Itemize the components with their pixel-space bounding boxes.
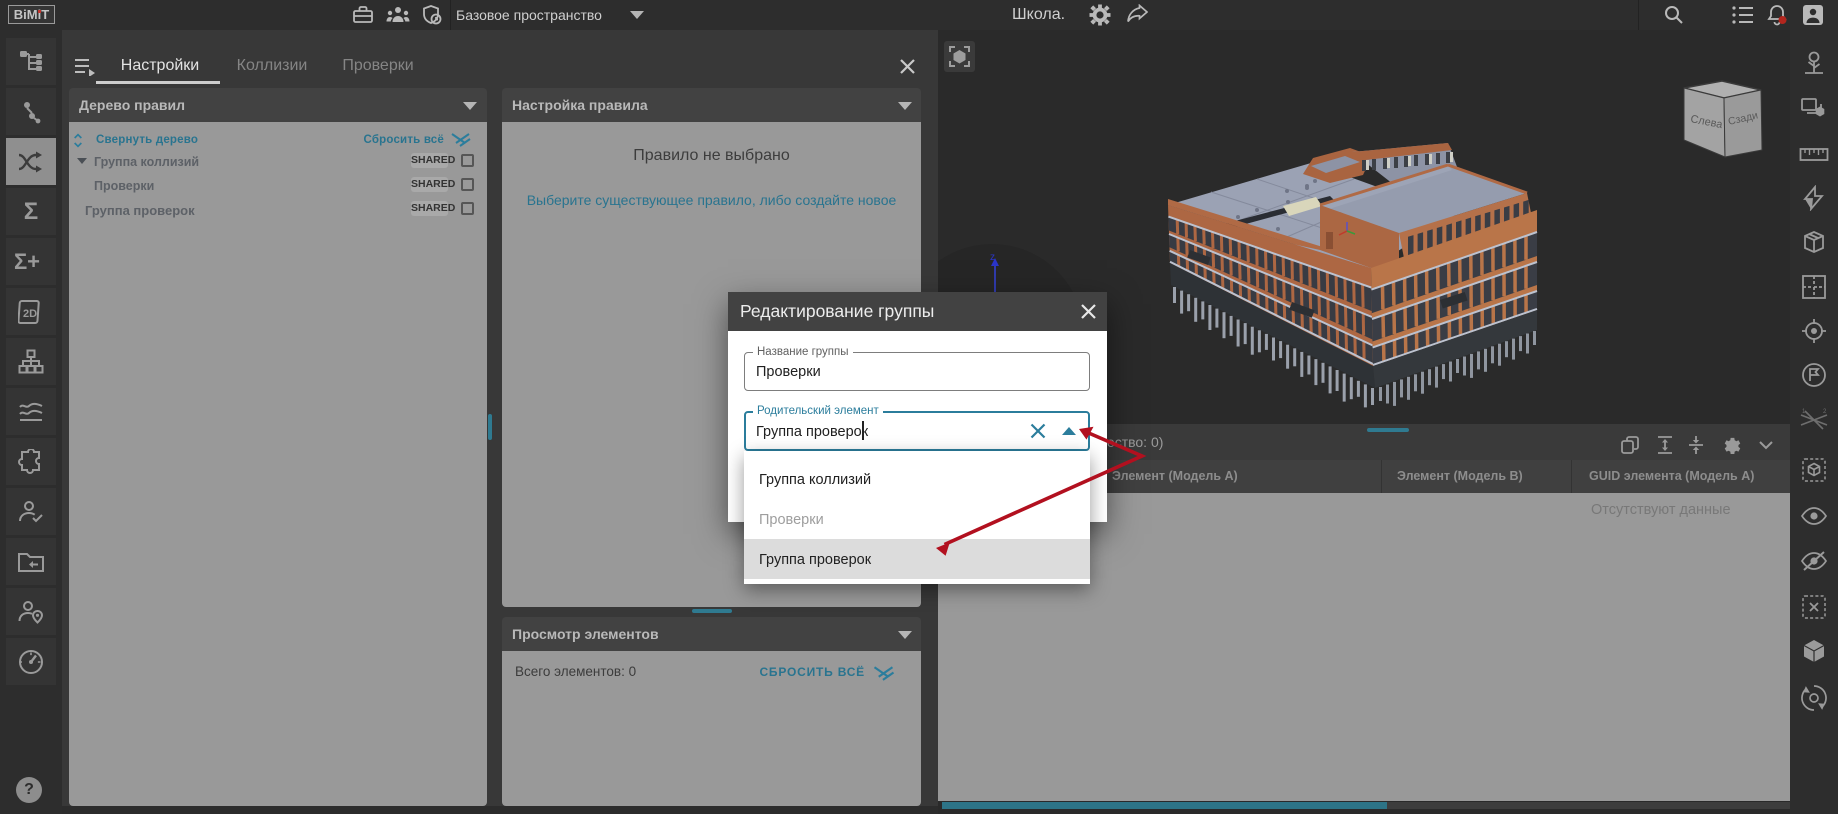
svg-text:2: 2 [1823, 409, 1827, 415]
svg-text:2D: 2D [23, 308, 37, 320]
svg-text:z: z [990, 252, 995, 263]
